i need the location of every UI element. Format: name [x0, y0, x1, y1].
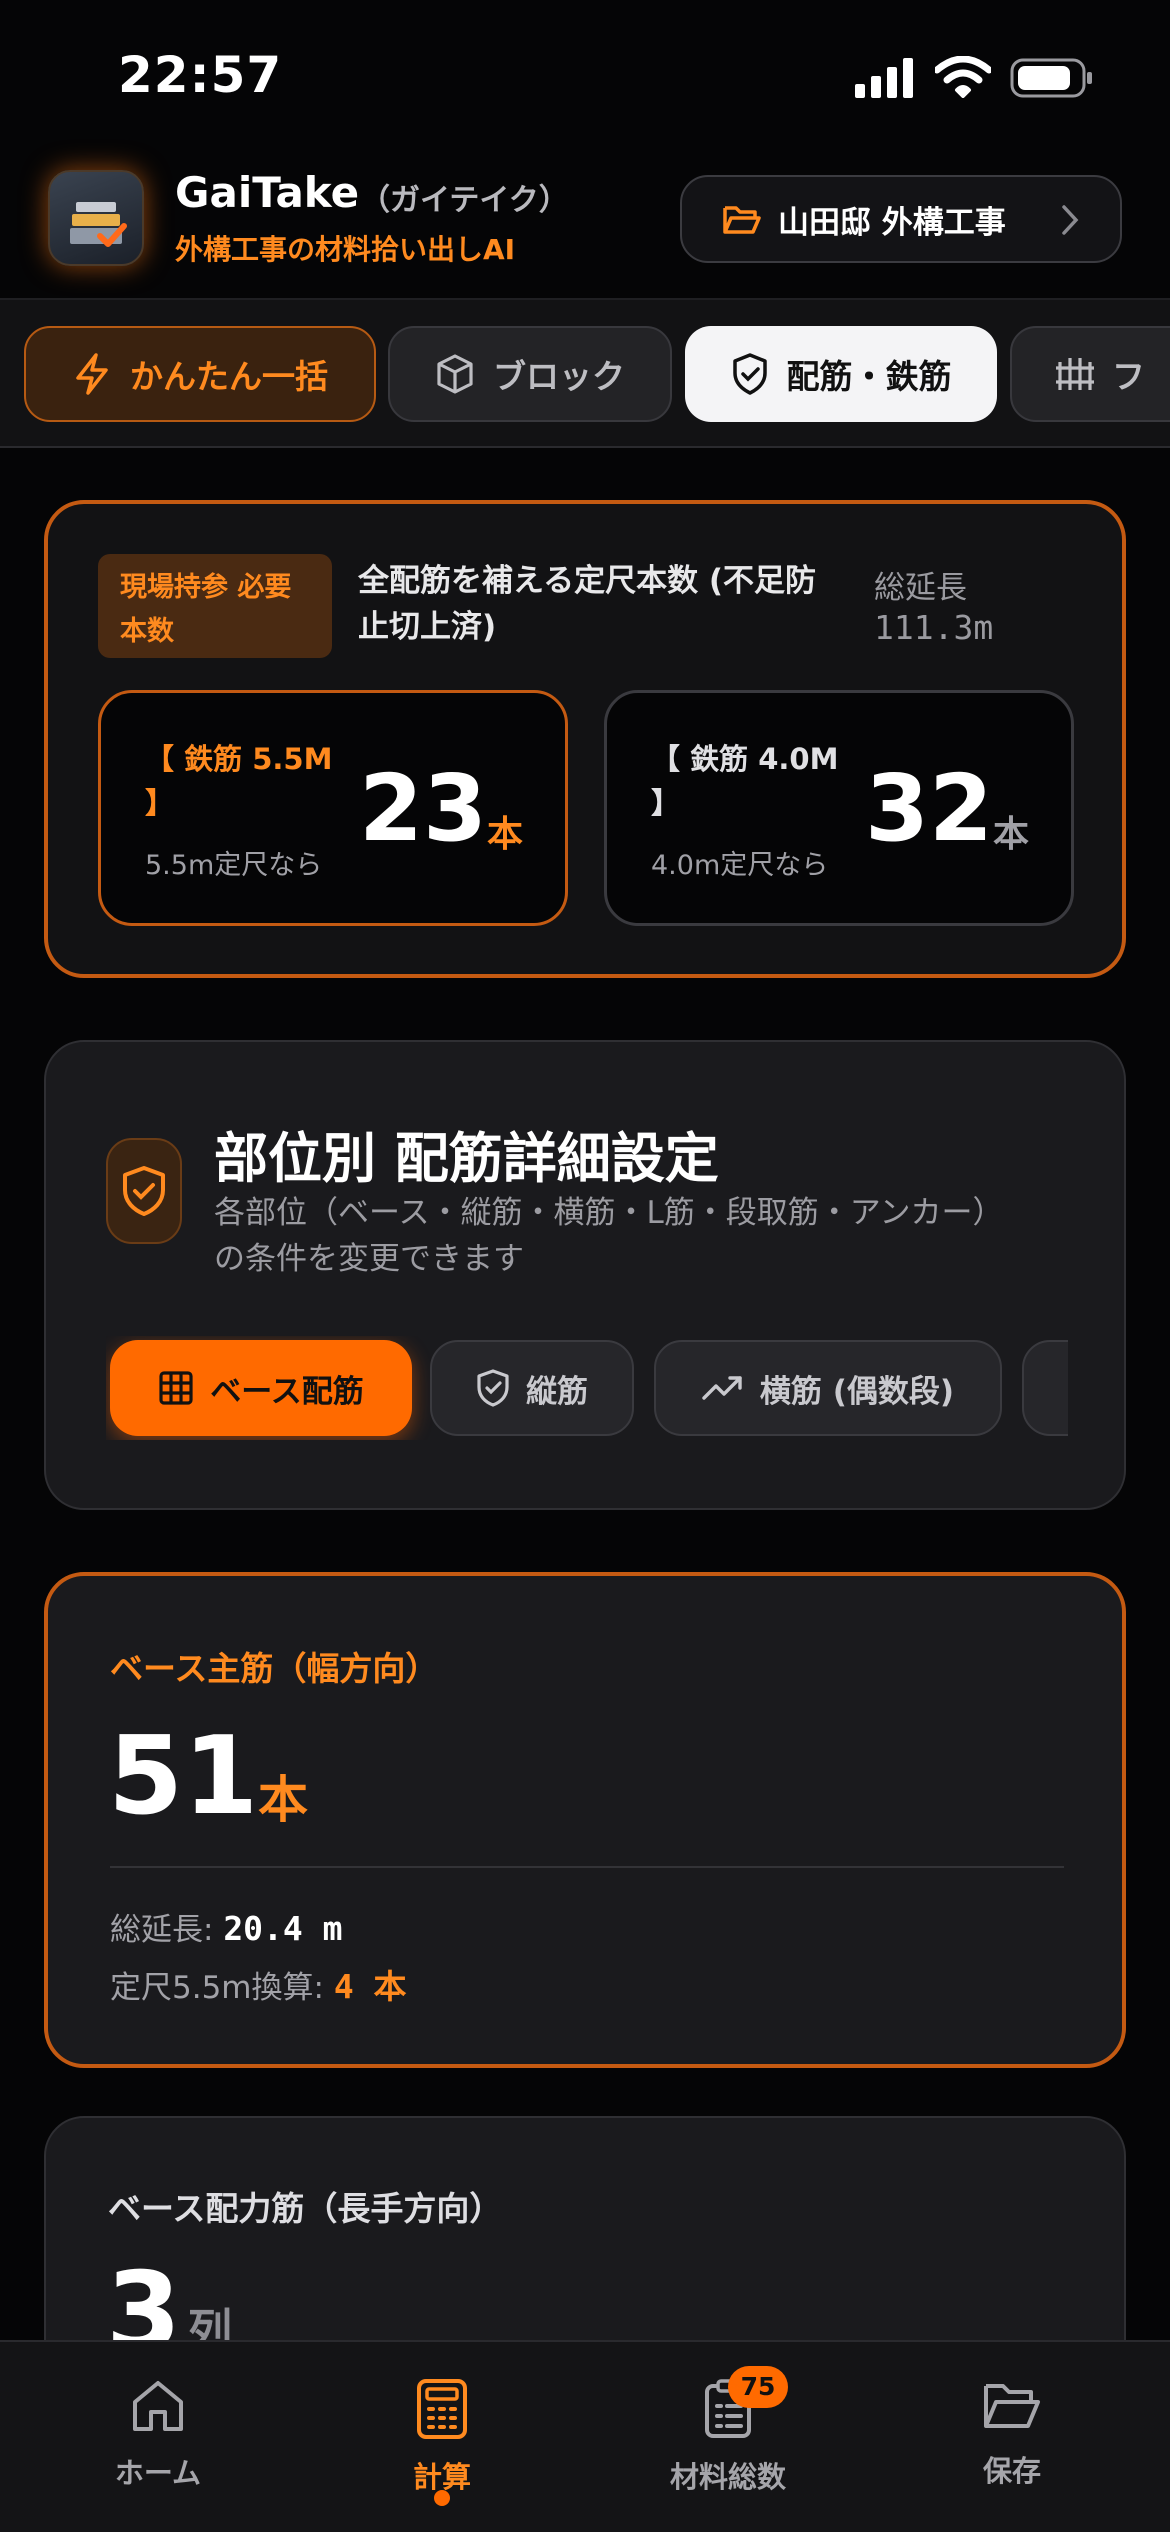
category-tab-bar: かんたん一括 ブロック 配筋・鉄筋 フ: [0, 298, 1170, 448]
base-dist-title: ベース配力筋（長手方向）: [108, 2189, 503, 2228]
bottom-nav: ホーム 計算 材料総数 75 保存: [0, 2340, 1170, 2532]
part-tab-base[interactable]: ベース配筋: [110, 1340, 412, 1436]
nav-calculate[interactable]: 計算: [342, 2378, 542, 2496]
status-time: 22:57: [118, 46, 283, 104]
stock-name: 【 鉄筋 5.5M 】: [145, 742, 333, 820]
detail-settings-icon-box: [106, 1138, 182, 1244]
tab-easy-batch[interactable]: かんたん一括: [24, 326, 376, 422]
total-length-label: 総延長: [874, 570, 967, 606]
part-tab-more[interactable]: [1022, 1340, 1068, 1436]
stock-sub: 5.5m定尺なら: [145, 850, 323, 881]
stock-unit: 本: [487, 814, 524, 855]
base-main-count: 51: [108, 1714, 259, 1839]
stock-card-4-0m[interactable]: 【 鉄筋 4.0M 】 4.0m定尺なら 32 本: [604, 690, 1074, 926]
base-main-rebar-card: ベース主筋（幅方向） 51 本 総延長: 20.4 m 定尺5.5m換算: 4 …: [44, 1572, 1126, 2068]
app-name: GaiTake: [175, 168, 360, 217]
required-count-badge: 現場持参 必要本数: [98, 554, 332, 658]
base-main-title: ベース主筋（幅方向）: [110, 1649, 439, 1688]
nav-label: 材料総数: [669, 2460, 786, 2494]
part-tab-strip: ベース配筋 縦筋 横筋 (偶数段): [106, 1336, 1068, 1440]
tab-label: ブロック: [493, 357, 625, 396]
calculator-icon: [417, 2379, 467, 2439]
nav-home[interactable]: ホーム: [58, 2378, 258, 2492]
app-logo-icon: [70, 202, 127, 247]
app-name-kana: （ガイテイク）: [360, 183, 569, 218]
project-selector-button[interactable]: 山田邸 外構工事: [680, 175, 1122, 263]
tab-block[interactable]: ブロック: [388, 326, 672, 422]
stock-unit: 本: [993, 814, 1030, 855]
part-tab-label: ベース配筋: [210, 1373, 364, 1410]
total-length-value: 20.4 m: [223, 1909, 343, 1948]
tab-fence[interactable]: フ: [1010, 326, 1170, 422]
base-main-total-length: 総延長: 20.4 m: [110, 1904, 343, 1949]
tab-rebar[interactable]: 配筋・鉄筋: [685, 326, 997, 422]
base-main-unit: 本: [258, 1771, 308, 1829]
total-length-value: 111.3m: [874, 608, 994, 647]
status-bar: 22:57: [0, 0, 1170, 150]
shield-check-icon: [477, 1369, 509, 1407]
stock-name: 【 鉄筋 4.0M 】: [651, 742, 839, 820]
lightning-icon: [76, 353, 108, 395]
shield-check-icon: [123, 1166, 165, 1216]
chevron-right-icon: [1062, 205, 1079, 235]
detail-settings-card: 部位別 配筋詳細設定 各部位（ベース・縦筋・横筋・L筋・段取筋・アンカー）の条件…: [44, 1040, 1126, 1510]
nav-label: ホーム: [114, 2456, 202, 2490]
grid-icon: [159, 1371, 193, 1405]
stock-sub: 4.0m定尺なら: [651, 850, 829, 881]
divider: [110, 1866, 1064, 1868]
wifi-icon: [935, 56, 991, 98]
base-main-stock-conversion: 定尺5.5m換算: 4 本: [110, 1960, 407, 2008]
detail-settings-title: 部位別 配筋詳細設定: [214, 1127, 719, 1190]
tab-label: かんたん一括: [130, 357, 328, 396]
detail-settings-description: 各部位（ベース・縦筋・横筋・L筋・段取筋・アンカー）の条件を変更できます: [214, 1195, 1004, 1277]
total-length-label: 総延長:: [110, 1912, 214, 1948]
summary-description: 全配筋を補える定尺本数 (不足防止切上済): [358, 563, 817, 645]
part-tab-label: 縦筋: [526, 1373, 588, 1410]
part-tab-label: 横筋 (偶数段): [759, 1373, 955, 1410]
required-stock-summary-card: 現場持参 必要本数 全配筋を補える定尺本数 (不足防止切上済) 総延長 111.…: [44, 500, 1126, 978]
material-count-badge: 75: [728, 2366, 788, 2408]
part-tab-vertical[interactable]: 縦筋: [430, 1340, 634, 1436]
cube-icon: [437, 354, 473, 394]
stock-conversion-label: 定尺5.5m換算:: [110, 1970, 324, 2006]
stock-count: 23: [359, 755, 488, 862]
app-tagline: 外構工事の材料拾い出しAI: [175, 233, 516, 266]
battery-icon: [1010, 58, 1092, 98]
nav-label: 保存: [982, 2454, 1041, 2488]
active-indicator-dot: [434, 2490, 450, 2506]
app-logo: [48, 170, 144, 266]
tab-label: 配筋・鉄筋: [786, 357, 952, 396]
nav-material-total[interactable]: 材料総数: [628, 2378, 828, 2496]
tab-label: フ: [1112, 357, 1145, 396]
part-tab-horizontal[interactable]: 横筋 (偶数段): [654, 1340, 1002, 1436]
stock-conversion-value: 4 本: [333, 1967, 407, 2006]
home-icon: [133, 2381, 183, 2431]
folder-open-icon: [984, 2384, 1040, 2428]
shield-check-icon: [732, 353, 767, 395]
project-label: 山田邸 外構工事: [778, 204, 1006, 241]
stock-count: 32: [865, 755, 994, 862]
trend-up-icon: [702, 1376, 742, 1400]
fence-icon: [1056, 358, 1094, 390]
folder-open-icon: [723, 206, 761, 234]
cellular-signal-icon: [855, 58, 913, 98]
stock-card-5-5m[interactable]: 【 鉄筋 5.5M 】 5.5m定尺なら 23 本: [98, 690, 568, 926]
nav-save[interactable]: 保存: [912, 2378, 1112, 2490]
